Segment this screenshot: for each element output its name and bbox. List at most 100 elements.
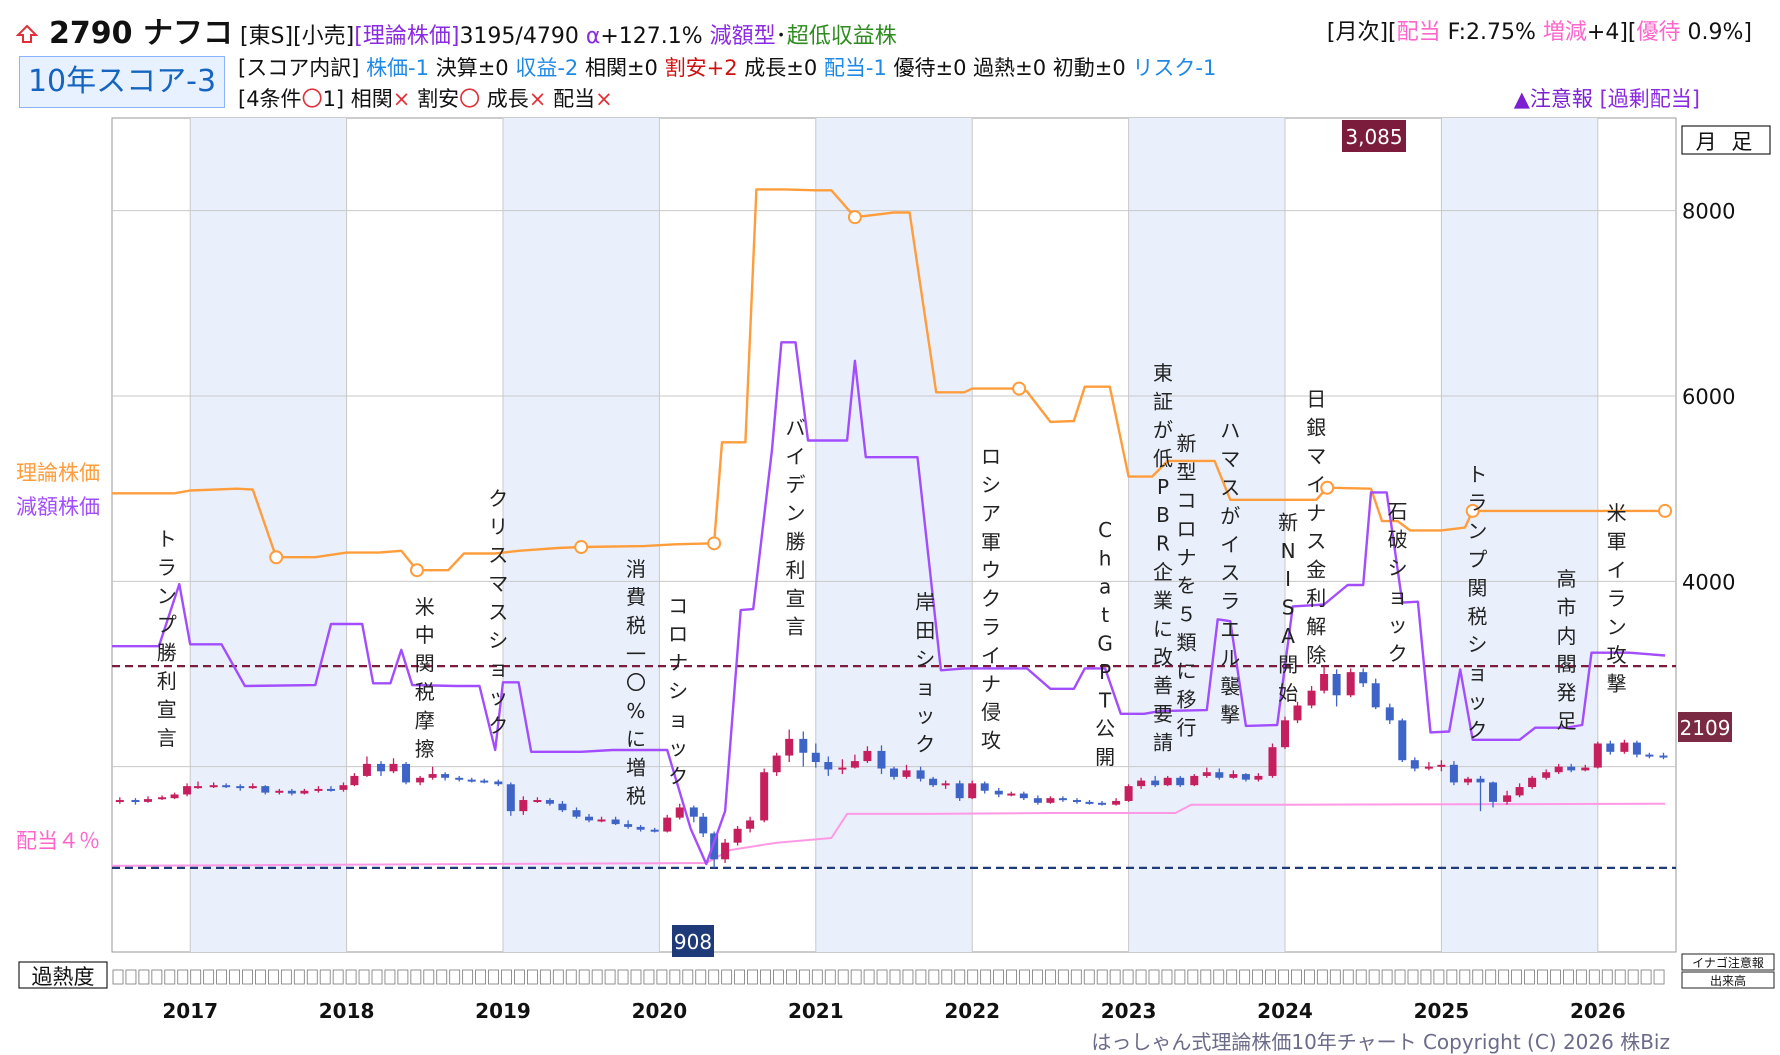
candle-56 — [838, 767, 847, 770]
candle-106 — [1489, 782, 1498, 802]
svg-text:日: 日 — [1306, 387, 1326, 411]
svg-text:a: a — [1099, 575, 1111, 599]
svg-text:B: B — [1156, 503, 1170, 527]
candle-15 — [314, 788, 323, 791]
svg-text:米: 米 — [1607, 501, 1627, 525]
svg-text:イ: イ — [1220, 532, 1240, 556]
overheat-cell-46 — [708, 969, 720, 985]
candle-107 — [1503, 795, 1512, 802]
candle-103 — [1449, 764, 1458, 783]
svg-text:に: に — [626, 727, 646, 751]
overheat-cell-67 — [980, 969, 992, 985]
overheat-cell-91 — [1291, 969, 1302, 985]
overheat-cell-49 — [747, 969, 758, 985]
overheat-cell-112 — [1563, 969, 1574, 985]
y-tick-6000: 6000 — [1682, 385, 1735, 409]
overheat-cell-60 — [889, 969, 901, 985]
candle-93 — [1320, 674, 1329, 691]
overheat-cell-34 — [552, 969, 564, 985]
overheat-cell-26 — [449, 969, 461, 985]
event-3: 消費税一〇%に増税 — [626, 557, 646, 808]
svg-text:ン: ン — [1467, 519, 1487, 543]
svg-text:ナ: ナ — [981, 672, 1001, 696]
candle-116 — [1620, 742, 1629, 752]
x-tick-2018: 2018 — [319, 999, 375, 1023]
candle-88 — [1254, 775, 1263, 780]
svg-text:G: G — [1097, 631, 1113, 655]
overheat-cell-74 — [1070, 969, 1082, 985]
svg-text:ス: ス — [488, 600, 508, 624]
overheat-cell-59 — [876, 969, 888, 985]
svg-text:イ: イ — [1306, 472, 1326, 496]
candle-20 — [377, 763, 386, 772]
overheat-cell-115 — [1601, 969, 1613, 985]
candle-113 — [1581, 767, 1590, 771]
candle-0 — [115, 800, 124, 803]
svg-text:t: t — [1101, 603, 1109, 627]
overheat-cell-72 — [1045, 969, 1056, 985]
svg-text:軍: 軍 — [1607, 530, 1627, 554]
overheat-cell-92 — [1304, 969, 1315, 985]
theory-marker-2 — [574, 540, 589, 555]
candle-115 — [1606, 743, 1615, 752]
overheat-cell-94 — [1329, 969, 1341, 985]
overheat-cell-63 — [928, 969, 940, 985]
svg-text:改: 改 — [1153, 645, 1173, 669]
svg-text:高: 高 — [1557, 567, 1577, 591]
candle-76 — [1098, 802, 1107, 805]
overheat-cell-66 — [967, 969, 979, 985]
svg-text:関: 関 — [415, 652, 435, 676]
period-button-label: 月 足 — [1696, 130, 1757, 154]
svg-text:ト: ト — [157, 527, 177, 551]
svg-text:イ: イ — [981, 643, 1001, 667]
legend-reduced: 減額株価 — [16, 495, 100, 519]
candle-18 — [350, 775, 359, 786]
theory-marker-4 — [847, 210, 862, 225]
event-17: 米軍イラン攻撃 — [1607, 501, 1627, 695]
candle-41 — [650, 829, 659, 832]
svg-text:類: 類 — [1176, 630, 1196, 654]
svg-text:ハ: ハ — [1220, 419, 1240, 443]
overheat-cell-37 — [591, 969, 603, 985]
candle-81 — [1163, 777, 1172, 786]
svg-text:利: 利 — [1306, 586, 1326, 610]
svg-text:I: I — [1285, 567, 1291, 591]
overheat-cell-10 — [242, 969, 253, 985]
svg-text:開: 開 — [1278, 652, 1298, 676]
overheat-cell-38 — [604, 969, 616, 985]
svg-text:ラ: ラ — [157, 556, 177, 580]
svg-text:コ: コ — [668, 594, 688, 618]
legend-dividend: 配当４％ — [16, 829, 100, 853]
candle-9 — [236, 786, 245, 789]
svg-text:利: 利 — [785, 558, 805, 582]
event-10: 新型コロナを ５ 類に移行 — [1176, 432, 1196, 740]
overheat-cell-76 — [1096, 969, 1108, 985]
candle-35 — [572, 810, 581, 817]
svg-text:岸: 岸 — [915, 590, 935, 614]
overheat-cell-52 — [786, 969, 797, 985]
svg-text:ラ: ラ — [1220, 589, 1240, 613]
overheat-cell-80 — [1148, 969, 1160, 985]
svg-text:h: h — [1099, 546, 1112, 570]
overheat-cell-108 — [1511, 969, 1522, 985]
svg-text:に: に — [1153, 617, 1173, 641]
candle-109 — [1528, 777, 1537, 788]
svg-text:ナ: ナ — [1176, 545, 1196, 569]
svg-text:費: 費 — [626, 585, 646, 609]
svg-text:ア: ア — [981, 501, 1001, 525]
svg-text:T: T — [1098, 688, 1112, 712]
candle-85 — [1215, 772, 1224, 778]
svg-text:勝: 勝 — [157, 641, 177, 665]
overheat-cell-13 — [280, 969, 292, 985]
overheat-cell-18 — [345, 969, 357, 985]
svg-text:開: 開 — [1095, 745, 1115, 769]
candle-42 — [663, 817, 672, 832]
svg-text:発: 発 — [1557, 681, 1577, 705]
candle-22 — [402, 763, 411, 783]
svg-text:要: 要 — [1153, 702, 1173, 726]
overheat-cell-2 — [138, 969, 150, 985]
candle-13 — [287, 790, 296, 794]
overheat-cell-27 — [462, 969, 474, 985]
theory-marker-1 — [409, 563, 424, 578]
candle-44 — [689, 807, 698, 817]
